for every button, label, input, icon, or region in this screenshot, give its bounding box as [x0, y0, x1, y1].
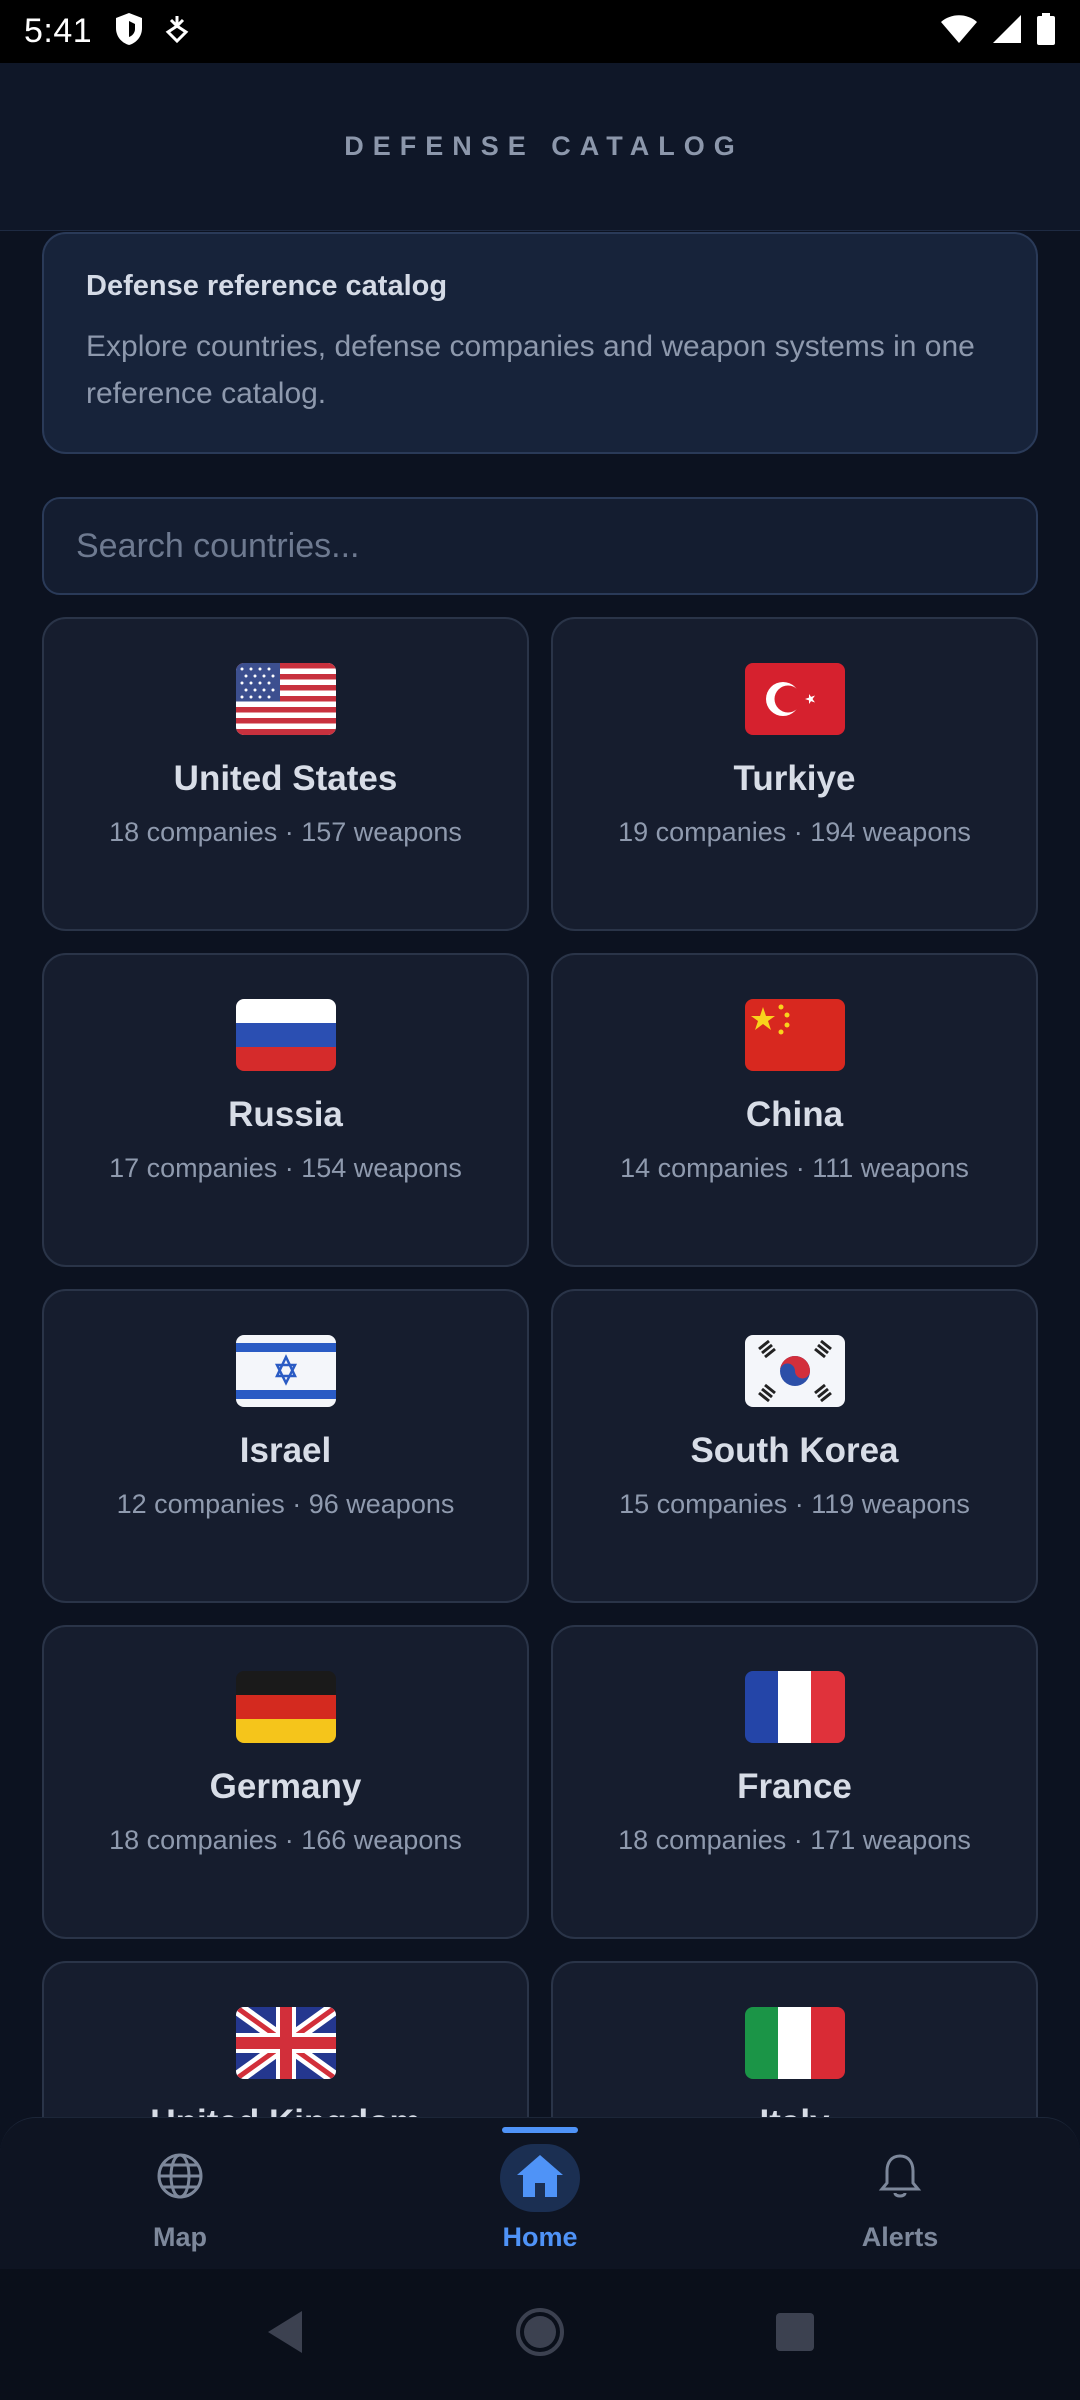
uk-flag-icon	[235, 2007, 336, 2079]
country-name: Germany	[209, 1767, 362, 1806]
status-bar: 5:41	[0, 0, 1080, 63]
country-card-israel[interactable]: Israel 12 companies · 96 weapons	[42, 1289, 529, 1603]
home-icon	[514, 2152, 566, 2205]
globe-icon	[155, 2151, 205, 2206]
country-stats: 18 companies · 171 weapons	[618, 1825, 971, 1855]
country-card-united-states[interactable]: United States 18 companies · 157 weapons	[42, 617, 529, 931]
country-grid: United States 18 companies · 157 weapons…	[42, 617, 1038, 2269]
country-card-china[interactable]: China 14 companies · 111 weapons	[551, 953, 1038, 1267]
country-card-turkiye[interactable]: Turkiye 19 companies · 194 weapons	[551, 617, 1038, 931]
russia-flag-icon	[235, 999, 336, 1071]
china-flag-icon	[744, 999, 845, 1071]
us-flag-icon	[235, 663, 336, 735]
scroll-content[interactable]: Defense reference catalog Explore countr…	[0, 232, 1080, 2269]
nav-label-alerts: Alerts	[861, 2222, 939, 2252]
status-time: 5:41	[24, 12, 93, 50]
nav-label-home: Home	[502, 2222, 578, 2252]
intro-card: Defense reference catalog Explore countr…	[42, 232, 1038, 454]
wifi-icon	[940, 14, 978, 49]
country-name: United States	[173, 759, 398, 798]
country-stats: 18 companies · 157 weapons	[109, 817, 462, 847]
south-korea-flag-icon	[744, 1335, 845, 1407]
search-box[interactable]	[42, 497, 1038, 595]
country-stats: 15 companies · 119 weapons	[619, 1489, 970, 1519]
country-card-russia[interactable]: Russia 17 companies · 154 weapons	[42, 953, 529, 1267]
nav-item-alerts[interactable]: Alerts	[720, 2118, 1080, 2269]
battery-icon	[1036, 13, 1056, 50]
country-stats: 19 companies · 194 weapons	[618, 817, 971, 847]
system-nav-bar	[0, 2269, 1080, 2400]
country-card-germany[interactable]: Germany 18 companies · 166 weapons	[42, 1625, 529, 1939]
shield-icon	[114, 12, 144, 51]
country-stats: 14 companies · 111 weapons	[620, 1153, 969, 1183]
germany-flag-icon	[235, 1671, 336, 1743]
recents-icon[interactable]	[774, 2311, 816, 2358]
country-card-france[interactable]: France 18 companies · 171 weapons	[551, 1625, 1038, 1939]
home-circle-icon[interactable]	[515, 2307, 565, 2362]
country-name: South Korea	[690, 1431, 899, 1470]
intro-text: Explore countries, defense companies and…	[86, 330, 975, 410]
country-name: China	[745, 1095, 844, 1134]
page-title: DEFENSE CATALOG	[344, 131, 744, 161]
country-stats: 18 companies · 166 weapons	[109, 1825, 462, 1855]
israel-flag-icon	[235, 1335, 336, 1407]
intro-title: Defense reference catalog	[86, 270, 448, 302]
country-card-south-korea[interactable]: South Korea 15 companies · 119 weapons	[551, 1289, 1038, 1603]
country-name: Russia	[228, 1095, 343, 1134]
search-input[interactable]	[76, 526, 1004, 566]
country-stats: 17 companies · 154 weapons	[109, 1153, 462, 1183]
bell-icon	[877, 2151, 923, 2206]
back-icon[interactable]	[264, 2309, 306, 2360]
active-indicator	[502, 2127, 578, 2133]
bottom-nav: Map Home Alerts	[0, 2117, 1080, 2269]
app-header: DEFENSE CATALOG	[0, 63, 1080, 231]
italy-flag-icon	[744, 2007, 845, 2079]
nav-item-map[interactable]: Map	[0, 2118, 360, 2269]
signal-icon	[992, 14, 1022, 49]
country-name: Turkiye	[733, 759, 856, 798]
country-name: Israel	[239, 1431, 332, 1470]
turkiye-flag-icon	[744, 663, 845, 735]
france-flag-icon	[744, 1671, 845, 1743]
download-sync-icon	[164, 14, 190, 49]
country-name: France	[737, 1767, 852, 1806]
country-stats: 12 companies · 96 weapons	[116, 1489, 455, 1519]
nav-label-map: Map	[153, 2222, 207, 2252]
nav-item-home[interactable]: Home	[360, 2118, 720, 2269]
